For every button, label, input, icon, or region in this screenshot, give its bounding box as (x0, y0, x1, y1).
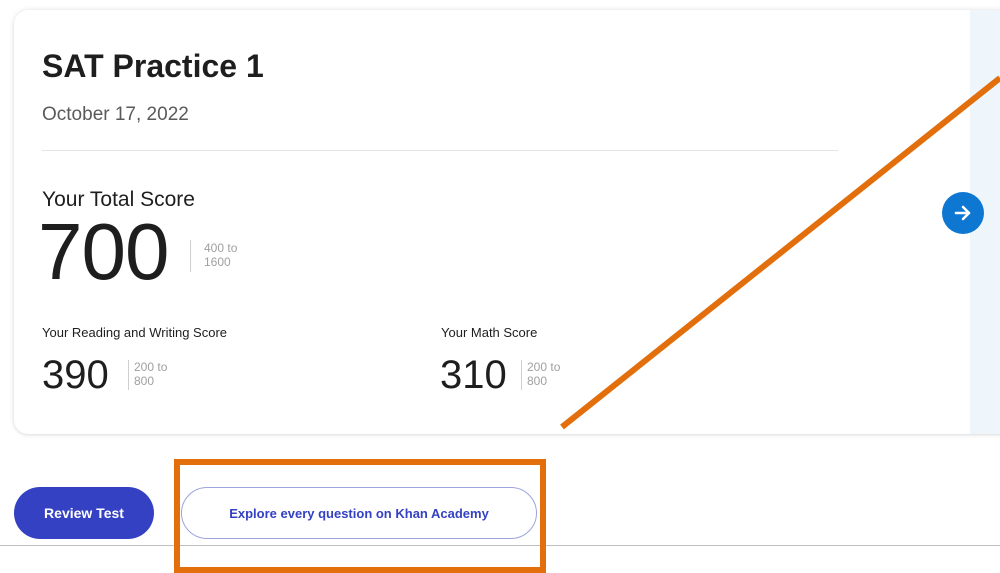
math-range-separator (521, 360, 522, 390)
math-score-label: Your Math Score (441, 325, 538, 340)
total-range-line2: 1600 (204, 254, 231, 269)
math-score-value: 310 (440, 353, 507, 397)
test-title: SAT Practice 1 (42, 48, 264, 84)
total-range-line1: 400 to (204, 241, 238, 255)
arrow-right-icon (954, 205, 971, 221)
reading-writing-score-range: 200 to 800 (134, 360, 168, 389)
next-button[interactable] (942, 192, 984, 234)
total-score-value: 700 (38, 207, 169, 296)
reading-writing-range-separator (128, 360, 129, 390)
reading-writing-score-value: 390 (42, 353, 109, 397)
reading-writing-range-line1: 200 to (134, 360, 168, 374)
total-range-separator (190, 240, 191, 272)
math-score-range: 200 to 800 (527, 360, 561, 389)
review-test-button[interactable]: Review Test (14, 487, 154, 539)
reading-writing-range-line2: 800 (134, 373, 155, 388)
annotation-highlight-box (174, 459, 546, 573)
test-date: October 17, 2022 (42, 104, 189, 125)
reading-writing-score-label: Your Reading and Writing Score (42, 325, 228, 340)
math-range-line1: 200 to (527, 360, 561, 374)
math-range-line2: 800 (527, 373, 548, 388)
divider (42, 150, 838, 151)
total-score-range: 400 to 1600 (204, 241, 238, 270)
